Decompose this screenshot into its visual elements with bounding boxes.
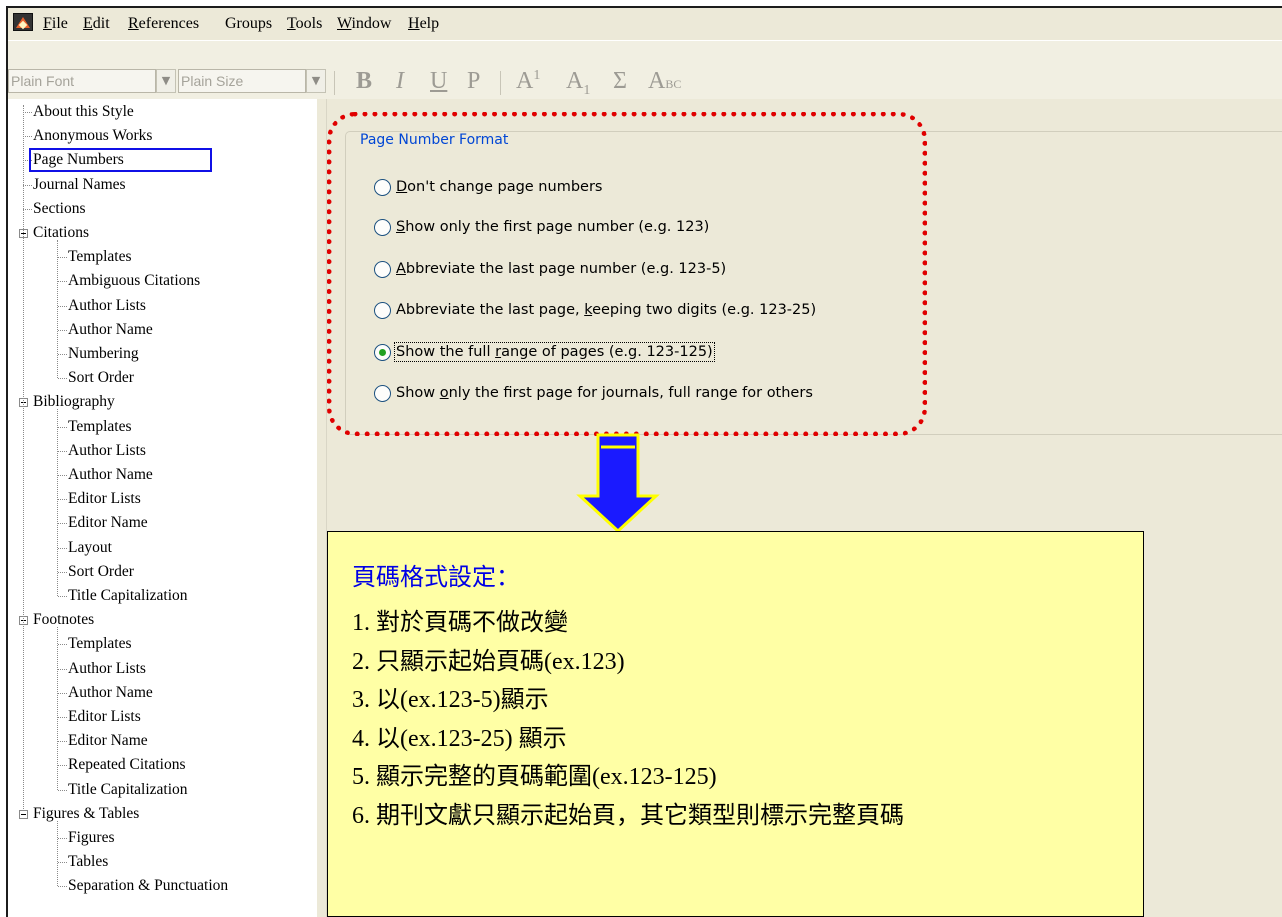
- italic-button[interactable]: I: [396, 68, 404, 95]
- superscript-button[interactable]: A1: [516, 68, 540, 95]
- toolbar-divider: [334, 71, 335, 95]
- tree-item-about-this-style[interactable]: About this Style: [23, 101, 134, 123]
- option-label: Show only the first page for journals, f…: [396, 385, 813, 401]
- tree-group-figures-tables[interactable]: Figures & Tables: [33, 803, 139, 825]
- tree-item-footnotes-author-name[interactable]: Author Name: [58, 682, 153, 704]
- tree-guide-line: [23, 105, 24, 811]
- tree-item-journal-names[interactable]: Journal Names: [23, 174, 126, 196]
- small-caps-small: BC: [665, 77, 682, 91]
- note-item: 4. 以(ex.123-25) 顯示: [352, 725, 567, 752]
- subscript-letter: A: [566, 68, 584, 94]
- tree-item-figures-tables-tables[interactable]: Tables: [57, 851, 108, 873]
- tree-guide-line: [57, 240, 58, 379]
- format-toolbar: Plain Font ▼ Plain Size ▼ B I U P A1 A1 …: [8, 40, 1282, 100]
- size-dropdown-chevron-icon[interactable]: ▼: [306, 69, 326, 93]
- superscript-letter: A: [516, 68, 534, 94]
- underline-button[interactable]: U: [430, 68, 447, 95]
- tree-group-bibliography[interactable]: Bibliography: [33, 391, 115, 413]
- option-label: Show only the first page number (e.g. 12…: [396, 219, 710, 235]
- menu-groups[interactable]: Groups: [225, 15, 272, 33]
- tree-guide-line: [57, 820, 58, 887]
- tree-item-bibliography-layout[interactable]: Layout: [58, 537, 112, 559]
- app-logo-icon[interactable]: [13, 13, 33, 31]
- down-arrow-icon: [576, 433, 660, 533]
- tree-item-bibliography-editor-lists[interactable]: Editor Lists: [58, 488, 141, 510]
- option-label: Don't change page numbers: [396, 179, 603, 195]
- menu-file[interactable]: File: [43, 15, 68, 33]
- tree-item-sections[interactable]: Sections: [23, 198, 86, 220]
- tree-item-bibliography-title-capitalization[interactable]: Title Capitalization: [58, 585, 188, 607]
- radio-unchecked-icon[interactable]: [374, 179, 391, 196]
- tree-item-bibliography-sort-order[interactable]: Sort Order: [58, 561, 134, 583]
- tree-group-footnotes[interactable]: Footnotes: [33, 609, 94, 631]
- bold-button[interactable]: B: [356, 68, 372, 95]
- tree-item-bibliography-author-name[interactable]: Author Name: [58, 464, 153, 486]
- tree-item-bibliography-author-lists[interactable]: Author Lists: [58, 440, 146, 462]
- tree-item-anonymous-works[interactable]: Anonymous Works: [22, 125, 152, 147]
- tree-item-footnotes-repeated-citations[interactable]: Repeated Citations: [58, 754, 186, 776]
- radio-unchecked-icon[interactable]: [374, 261, 391, 278]
- tree-item-footnotes-title-capitalization[interactable]: Title Capitalization: [58, 779, 188, 801]
- annotation-note: 頁碼格式設定： 1. 對於頁碼不做改變 2. 只顯示起始頁碼(ex.123) 3. …: [327, 531, 1144, 917]
- tree-item-bibliography-templates[interactable]: Templates: [57, 416, 131, 438]
- plain-button[interactable]: P: [467, 68, 480, 95]
- tree-item-footnotes-editor-name[interactable]: Editor Name: [58, 730, 148, 752]
- menu-edit[interactable]: Edit: [83, 15, 110, 33]
- radio-unchecked-icon[interactable]: [374, 385, 391, 402]
- font-select[interactable]: Plain Font: [8, 69, 156, 93]
- menu-bar: File Edit References Groups Tools Window Help: [8, 8, 1282, 40]
- tree-item-figures-tables-separation-punctuation[interactable]: Separation & Punctuation: [57, 875, 228, 897]
- option-label: Abbreviate the last page, keeping two di…: [396, 302, 817, 318]
- tree-guide-line: [57, 627, 58, 790]
- radio-unchecked-icon[interactable]: [374, 302, 391, 319]
- note-item: 2. 只顯示起始頁碼(ex.123): [352, 648, 625, 675]
- tree-item-citations-ambiguous-citations[interactable]: Ambiguous Citations: [57, 270, 200, 292]
- tree-item-citations-templates[interactable]: Templates: [57, 246, 131, 268]
- radio-unchecked-icon[interactable]: [374, 219, 391, 236]
- symbol-button[interactable]: Σ: [613, 68, 627, 95]
- note-title: 頁碼格式設定：: [352, 563, 520, 591]
- selected-item-highlight: [29, 148, 212, 173]
- menu-tools[interactable]: Tools: [287, 15, 322, 33]
- tree-item-bibliography-editor-name[interactable]: Editor Name: [58, 512, 148, 534]
- note-item: 5. 顯示完整的頁碼範圍(ex.123-125): [352, 764, 717, 790]
- collapse-icon[interactable]: [19, 809, 28, 819]
- menu-help[interactable]: Help: [408, 15, 439, 33]
- style-sections-tree: About this Style Anonymous Works Page Numb…: [8, 99, 318, 917]
- tree-item-citations-numbering[interactable]: Numbering: [58, 343, 139, 365]
- tree-item-figures-tables-figures[interactable]: Figures: [58, 827, 115, 849]
- small-caps-big: A: [648, 68, 666, 94]
- subscript-mark: 1: [583, 82, 591, 98]
- tree-item-citations-author-name[interactable]: Author Name: [58, 319, 153, 341]
- tree-guide-line: [57, 409, 58, 596]
- note-item: 1. 對於頁碼不做改變: [352, 610, 568, 636]
- group-title: Page Number Format: [357, 132, 512, 148]
- subscript-button[interactable]: A1: [566, 68, 590, 99]
- small-caps-button[interactable]: ABC: [648, 68, 681, 95]
- menu-references[interactable]: References: [128, 15, 199, 33]
- superscript-mark: 1: [533, 68, 541, 83]
- tree-group-citations[interactable]: Citations: [33, 222, 89, 244]
- font-dropdown-chevron-icon[interactable]: ▼: [156, 69, 176, 93]
- size-select[interactable]: Plain Size: [178, 69, 306, 93]
- tree-item-citations-author-lists[interactable]: Author Lists: [58, 295, 146, 317]
- panel-splitter[interactable]: [317, 99, 327, 917]
- menu-window[interactable]: Window: [337, 15, 391, 33]
- tree-item-footnotes-templates[interactable]: Templates: [57, 633, 131, 655]
- tree-item-citations-sort-order[interactable]: Sort Order: [58, 367, 134, 389]
- note-item: 3. 以(ex.123-5)顯示: [352, 687, 549, 713]
- option-label: Abbreviate the last page number (e.g. 12…: [396, 261, 727, 277]
- toolbar-divider: [500, 71, 501, 95]
- tree-item-footnotes-author-lists[interactable]: Author Lists: [58, 658, 146, 680]
- tree-item-footnotes-editor-lists[interactable]: Editor Lists: [58, 706, 141, 728]
- radio-checked-icon[interactable]: [374, 344, 391, 361]
- option-label: Show the full range of pages (e.g. 123-1…: [394, 342, 715, 362]
- note-item: 6. 期刊文獻只顯示起始頁，其它類型則標示完整頁碼: [352, 802, 904, 829]
